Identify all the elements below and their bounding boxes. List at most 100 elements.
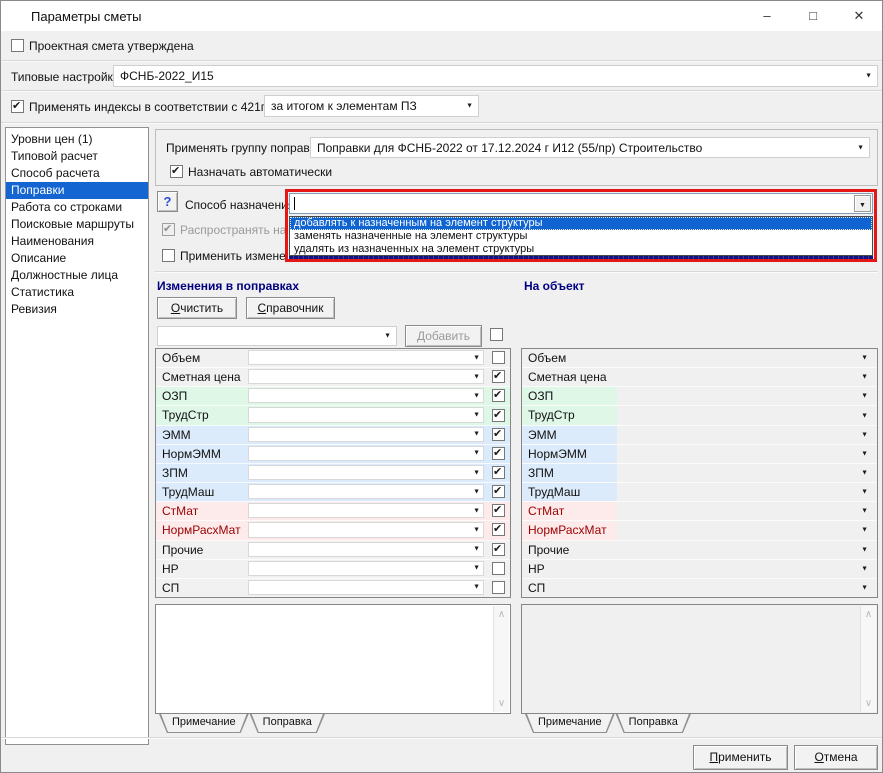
- row-checkbox[interactable]: [492, 389, 505, 402]
- minimize-button[interactable]: –: [744, 1, 790, 31]
- scroll-up-icon[interactable]: ∧: [861, 609, 876, 620]
- row-value-combo[interactable]: ▼: [248, 522, 484, 537]
- row-checkbox[interactable]: [492, 581, 505, 594]
- sidebar-item[interactable]: Поисковые маршруты: [6, 216, 148, 233]
- row-checkbox[interactable]: [492, 351, 505, 364]
- chevron-down-icon[interactable]: ▼: [473, 373, 480, 380]
- row-value-combo[interactable]: ▼: [248, 369, 484, 384]
- chevron-down-icon[interactable]: ▼: [861, 546, 868, 553]
- chevron-down-icon[interactable]: ▼: [861, 584, 868, 591]
- chevron-down-icon[interactable]: ▼: [857, 144, 864, 151]
- chevron-down-icon[interactable]: ▼: [861, 374, 868, 381]
- row-checkbox[interactable]: [492, 409, 505, 422]
- scroll-up-icon[interactable]: ∧: [494, 609, 509, 620]
- scrollbar[interactable]: ∧ ∨: [493, 606, 509, 712]
- tab-note[interactable]: Примечание: [159, 714, 249, 733]
- chevron-down-icon[interactable]: ▼: [861, 527, 868, 534]
- row-value-combo[interactable]: ▼: [248, 407, 484, 422]
- table-row[interactable]: НормРасхМат▼: [522, 521, 877, 540]
- add-correction-combo[interactable]: ▼: [157, 326, 397, 346]
- chevron-down-icon[interactable]: ▼: [473, 469, 480, 476]
- row-value-combo[interactable]: ▼: [248, 580, 484, 595]
- tab-note[interactable]: Примечание: [525, 714, 615, 733]
- tab-correction[interactable]: Поправка: [250, 714, 325, 733]
- row-checkbox[interactable]: [492, 447, 505, 460]
- table-row[interactable]: Сметная цена▼: [522, 368, 877, 387]
- row-checkbox[interactable]: [492, 485, 505, 498]
- changes-note-textarea[interactable]: ∧ ∨: [155, 604, 511, 714]
- chevron-down-icon[interactable]: ▼: [473, 412, 480, 419]
- sidebar-item[interactable]: Ревизия: [6, 301, 148, 318]
- chevron-down-icon[interactable]: ▼: [861, 431, 868, 438]
- row-checkbox[interactable]: [492, 466, 505, 479]
- sidebar-list[interactable]: Уровни цен (1)Типовой расчетСпособ расче…: [5, 127, 149, 745]
- row-value-combo[interactable]: ▼: [248, 427, 484, 442]
- chevron-down-icon[interactable]: ▼: [466, 103, 473, 110]
- combo-dropdown-button[interactable]: ▼: [854, 195, 871, 212]
- table-row[interactable]: НР▼: [522, 560, 877, 579]
- apply-group-combo[interactable]: Поправки для ФСНБ-2022 от 17.12.2024 г И…: [310, 137, 870, 158]
- indices-mode-combo[interactable]: за итогом к элементам ПЗ ▼: [264, 95, 479, 117]
- row-value-combo[interactable]: ▼: [248, 350, 484, 365]
- chevron-down-icon[interactable]: ▼: [861, 489, 868, 496]
- row-checkbox[interactable]: [492, 504, 505, 517]
- apply-indices-checkbox[interactable]: [11, 100, 24, 113]
- assignment-method-combo[interactable]: ▼: [289, 193, 873, 214]
- reference-button[interactable]: Справочник: [246, 297, 335, 319]
- row-checkbox[interactable]: [492, 370, 505, 383]
- cancel-button[interactable]: Отмена: [794, 745, 878, 770]
- chevron-down-icon[interactable]: ▼: [473, 507, 480, 514]
- sidebar-item[interactable]: Должностные лица: [6, 267, 148, 284]
- row-value-combo[interactable]: ▼: [248, 484, 484, 499]
- row-value-combo[interactable]: ▼: [248, 465, 484, 480]
- dropdown-option[interactable]: удалять из назначенных на элемент структ…: [290, 243, 872, 256]
- table-row[interactable]: Объем▼: [522, 349, 877, 368]
- tab-correction[interactable]: Поправка: [616, 714, 691, 733]
- dropdown-option[interactable]: заменять назначенные на элемент структур…: [290, 230, 872, 243]
- chevron-down-icon[interactable]: ▼: [473, 584, 480, 591]
- table-row[interactable]: ТрудМаш▼: [522, 483, 877, 502]
- chevron-down-icon[interactable]: ▼: [384, 333, 391, 340]
- table-row[interactable]: НормЭММ▼: [522, 445, 877, 464]
- maximize-button[interactable]: □: [790, 1, 836, 31]
- row-value-combo[interactable]: ▼: [248, 561, 484, 576]
- row-checkbox[interactable]: [492, 428, 505, 441]
- table-row[interactable]: ЭММ▼: [522, 426, 877, 445]
- row-checkbox[interactable]: [492, 562, 505, 575]
- chevron-down-icon[interactable]: ▼: [861, 565, 868, 572]
- scroll-down-icon[interactable]: ∨: [494, 698, 509, 709]
- auto-assign-checkbox[interactable]: [170, 165, 183, 178]
- sidebar-item[interactable]: Типовой расчет: [6, 148, 148, 165]
- chevron-down-icon[interactable]: ▼: [473, 526, 480, 533]
- apply-button[interactable]: Применить: [693, 745, 788, 770]
- apply-changes-checkbox[interactable]: [162, 249, 175, 262]
- chevron-down-icon[interactable]: ▼: [861, 355, 868, 362]
- scroll-down-icon[interactable]: ∨: [861, 698, 876, 709]
- sidebar-item[interactable]: Статистика: [6, 284, 148, 301]
- title-bar[interactable]: Параметры сметы – □ ✕: [1, 1, 882, 31]
- row-value-combo[interactable]: ▼: [248, 503, 484, 518]
- table-row[interactable]: СтМат▼: [522, 502, 877, 521]
- project-approved-checkbox[interactable]: [11, 39, 24, 52]
- close-button[interactable]: ✕: [836, 1, 882, 31]
- chevron-down-icon[interactable]: ▼: [861, 412, 868, 419]
- chevron-down-icon[interactable]: ▼: [473, 488, 480, 495]
- dropdown-option[interactable]: добавлять к назначенным на элемент струк…: [290, 217, 872, 230]
- chevron-down-icon[interactable]: ▼: [473, 431, 480, 438]
- chevron-down-icon[interactable]: ▼: [473, 354, 480, 361]
- chevron-down-icon[interactable]: ▼: [861, 450, 868, 457]
- chevron-down-icon[interactable]: ▼: [473, 450, 480, 457]
- row-value-combo[interactable]: ▼: [248, 388, 484, 403]
- sidebar-item[interactable]: Поправки: [6, 182, 148, 199]
- sidebar-item[interactable]: Наименования: [6, 233, 148, 250]
- help-icon[interactable]: ?: [157, 191, 178, 212]
- row-value-combo[interactable]: ▼: [248, 542, 484, 557]
- row-checkbox[interactable]: [492, 543, 505, 556]
- add-button[interactable]: Добавить: [405, 325, 482, 347]
- table-row[interactable]: Прочие▼: [522, 541, 877, 560]
- sidebar-item[interactable]: Описание: [6, 250, 148, 267]
- row-value-combo[interactable]: ▼: [248, 446, 484, 461]
- clear-button[interactable]: Очистить: [157, 297, 237, 319]
- table-row[interactable]: ОЗП▼: [522, 387, 877, 406]
- chevron-down-icon[interactable]: ▼: [861, 470, 868, 477]
